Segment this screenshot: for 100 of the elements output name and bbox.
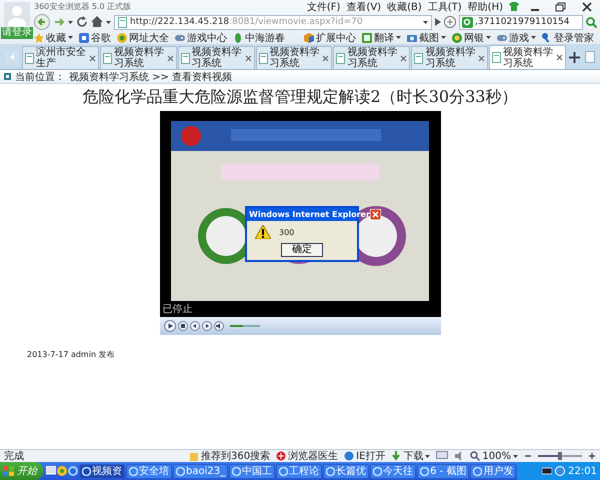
monitor-icon[interactable] [436,451,448,461]
menu-item[interactable]: 工具(T) [428,0,462,14]
app-icon [420,466,430,476]
toolbar-button[interactable]: 截图 [419,30,439,44]
zoom-level[interactable]: 100% [482,450,511,462]
caret-icon[interactable] [423,20,428,24]
cube-icon[interactable] [304,32,314,42]
caret-icon[interactable] [68,20,73,24]
rewind-icon[interactable] [190,321,200,331]
taskbar-button[interactable]: 安全培 [126,464,172,478]
search-field[interactable]: ,3711021979110154 [459,14,583,30]
menu-item[interactable]: 帮助(H) [468,0,503,14]
url-text: http://222.134.45.218:8081/viewmovie.aspx?id=70 [130,17,363,27]
bookmark-link[interactable]: 收藏 [46,30,66,44]
stop-icon[interactable] [178,321,188,331]
taskbar-button[interactable]: 6 - 截图 [417,464,470,478]
browser-tab[interactable]: 视频资料学习系统 [256,46,332,69]
home-icon[interactable] [91,16,103,28]
taskbar-button[interactable]: 今天往 [370,464,416,478]
caret-icon[interactable] [425,454,430,458]
clock: 22:01 [568,466,597,476]
taskbar-button[interactable]: 长篇优 [323,464,370,478]
browser-tab[interactable]: 视频资料学习系统 [489,45,566,69]
status-button[interactable]: 下载 [403,449,424,463]
caret-icon[interactable] [441,36,446,39]
taskbar-button[interactable]: baoi23_ [173,464,228,478]
desktop-icon[interactable] [46,466,56,476]
menu-item[interactable]: 文件(F) [306,0,340,14]
status-button[interactable]: 浏览器医生 [288,449,338,463]
app-icon [326,466,336,476]
page-icon [492,52,502,63]
speaker-icon[interactable] [214,321,224,331]
keyboard-icon[interactable] [542,467,552,475]
bookmark-link[interactable]: 谷歌 [91,30,111,44]
menu-item[interactable]: 查看(V) [346,0,382,14]
back-icon[interactable] [34,14,50,30]
browser-tab[interactable]: 滨州市安全生产 [22,46,99,69]
caret-icon[interactable] [531,36,536,39]
breadcrumb-label: 当前位置： [15,70,65,84]
square-icon[interactable] [79,32,89,42]
caret-icon[interactable] [106,20,111,24]
bookmark-link[interactable]: 网址大全 [129,30,169,44]
page-icon [414,52,424,64]
menu-item[interactable]: 收藏(B) [387,0,422,14]
bookmark-link[interactable]: 游戏中心 [187,30,227,44]
caret-icon[interactable] [396,36,401,39]
app-icon [129,466,138,476]
star-icon[interactable] [34,32,44,42]
close-icon[interactable] [556,54,564,61]
taskbar-button[interactable]: 中国工 [229,464,276,478]
play-icon[interactable] [164,320,176,332]
caret-icon[interactable] [513,454,518,458]
app-icon [82,466,91,476]
taskbar-button[interactable]: 用户发 [470,464,516,478]
zoom-icon[interactable] [470,451,480,461]
medical-icon[interactable] [276,451,286,461]
playback-status: 已停止 [162,302,194,317]
dialog-message: 300 [279,228,294,236]
refresh-icon[interactable] [76,16,88,28]
address-bar[interactable]: http://222.134.45.218:8081/viewmovie.aspx?id=70 [114,14,432,30]
search-engine-icon [462,16,473,28]
toolbar-button[interactable]: 游戏 [509,30,529,44]
browser-tab[interactable]: 视频资料学习系统 [333,46,410,69]
sidebar-toggle-icon[interactable] [5,51,19,63]
taskbar-button[interactable]: 视频资 [79,464,125,478]
browser-tab[interactable]: 视频资料学习系统 [100,46,177,69]
toolbar-button[interactable]: 扩展中心 [316,30,356,44]
bookmark-link[interactable]: 中海游春 [245,30,285,44]
caret-icon[interactable] [68,36,73,39]
taskbar-button[interactable]: 工程论 [276,464,322,478]
play-icon[interactable] [435,18,441,26]
shirt-icon[interactable] [509,2,519,11]
square-icon [4,73,11,80]
new-tab-icon[interactable] [569,52,580,62]
orb-icon[interactable] [57,466,67,476]
ok-button[interactable]: 确定 [281,243,323,257]
app-icon [176,466,185,476]
app-icon [279,466,288,476]
status-button[interactable]: IE打开 [356,449,386,463]
status-text: 完成 [4,450,24,463]
browser-tab[interactable]: 视频资料学习系统 [178,46,255,69]
windows-logo-icon [3,466,14,476]
download-icon[interactable] [391,451,402,461]
zoom-in-icon[interactable] [588,452,596,460]
toolbar-button[interactable]: 翻译 [374,30,394,44]
page-icon [118,16,127,28]
caret-icon[interactable] [486,36,491,39]
status-button[interactable]: 推荐到360搜索 [201,449,270,463]
toolbar-button[interactable]: 登录管家 [554,30,594,44]
dialog-title: Windows Internet Explorer [249,210,370,219]
search-icon[interactable] [586,16,597,28]
toolbar-button[interactable]: 网银 [464,30,484,44]
page-heading: 危险化学品重大危险源监督管理规定解读2（时长30分33秒） [82,87,518,108]
page-icon [258,52,268,64]
page-icon [102,52,112,64]
fast-forward-icon[interactable] [202,321,212,331]
browser-tab[interactable]: 视频资料学习系统 [411,46,488,69]
breadcrumb-path[interactable]: 视频资料学习系统 >> 查看资料视频 [69,70,232,84]
window-title: 360安全浏览器 5.0 正式版 [34,1,132,12]
app-icon [473,466,482,476]
